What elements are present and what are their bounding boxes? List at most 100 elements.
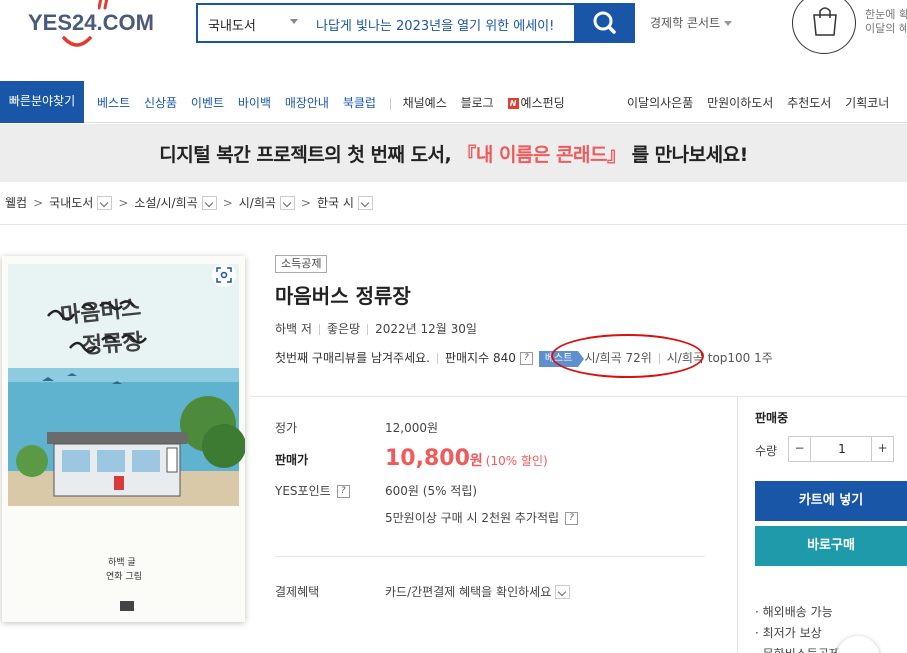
concert-link[interactable]: 경제학 콘서트 [650, 14, 733, 31]
divider [0, 224, 907, 225]
shopping-bag-icon [813, 7, 837, 36]
breadcrumb-dropdown-icon[interactable] [357, 195, 373, 210]
quantity-label: 수량 [755, 444, 778, 458]
sales-index: 판매지수 840 [444, 351, 516, 365]
breadcrumb-dropdown-icon[interactable] [97, 195, 113, 210]
yes-point-extra: 5만원이상 구매 시 2천원 추가적립? [385, 509, 579, 526]
nav-item-gift[interactable]: 이달의사은품 [627, 96, 693, 110]
review-prompt-link[interactable]: 첫번째 구매리뷰를 남겨주세요. [275, 351, 430, 365]
breadcrumb-chevron-icon: > [33, 196, 44, 210]
cover-title-line2: 정류장 [81, 328, 144, 360]
logo-swoosh-icon [62, 36, 92, 47]
yes-point-extra-text: 5만원이상 구매 시 2천원 추가적립 [385, 511, 560, 525]
sale-price-number: 10,800 [385, 446, 470, 471]
tax-deduction-tag: 소득공제 [275, 255, 328, 273]
book-title: 마음버스 정류장 [275, 284, 411, 308]
nav-item-recommend[interactable]: 추천도서 [787, 96, 831, 110]
note-overseas: · 해외배송 가능 [755, 605, 833, 619]
zoom-icon [216, 267, 232, 283]
chevron-down-icon[interactable] [555, 584, 571, 599]
add-to-cart-button[interactable]: 카트에 넣기 [755, 481, 907, 521]
nav-item-new[interactable]: 신상품 [144, 96, 177, 110]
nav-item-store[interactable]: 매장안내 [285, 96, 329, 110]
sale-price-unit: 원 [469, 453, 483, 469]
benefit-value[interactable]: 카드/간편결제 혜택을 확인하세요 [385, 583, 571, 600]
banner-suffix: 를 만나보세요! [625, 144, 749, 166]
book-author[interactable]: 하백 저 [275, 322, 312, 336]
nav-divider [389, 97, 391, 110]
bag-promo-line1: 한눈에 확 [865, 8, 907, 21]
quantity-input[interactable]: 1 [811, 437, 873, 461]
breadcrumb-chevron-icon: > [118, 196, 129, 210]
nav-item-bookclub[interactable]: 북클럽 [343, 96, 376, 110]
discount-rate: (10% 할인) [485, 454, 548, 468]
nav-item-blog[interactable]: 블로그 [461, 96, 494, 110]
bag-promo-line2: 이달의 혜 [865, 22, 907, 35]
nav-item-planning[interactable]: 기획코너 [845, 96, 889, 110]
zoom-button[interactable] [212, 263, 236, 287]
meta-divider [318, 324, 320, 335]
breadcrumb-level-4[interactable]: 한국 시 [317, 196, 354, 210]
list-price-label: 정가 [275, 421, 298, 435]
breadcrumb-level-3[interactable]: 시/희곡 [239, 196, 276, 210]
breadcrumb-home[interactable]: 웰컴 [5, 196, 27, 210]
help-icon[interactable]: ? [519, 352, 533, 365]
row-divider [436, 353, 438, 364]
sale-price-label: 판매가 [275, 453, 309, 467]
breadcrumb-chevron-icon: > [222, 196, 233, 210]
main-nav: 빠른분야찾기 베스트 신상품 이벤트 바이백 매장안내 북클럽 채널예스 블로그… [0, 81, 907, 123]
chevron-down-icon [724, 21, 733, 26]
cover-illustrator: 연화 그림 [106, 572, 142, 582]
book-publisher[interactable]: 좋은땅 [327, 322, 360, 336]
list-price-value: 12,000원 [385, 421, 439, 435]
nav-item-under10k[interactable]: 만원이하도서 [707, 96, 773, 110]
nav-item-buyback[interactable]: 바이백 [238, 96, 271, 110]
meta-divider [367, 324, 369, 335]
nav-item-funding[interactable]: N 예스펀딩 [507, 96, 565, 110]
nav-item-channel[interactable]: 채널예스 [403, 96, 447, 110]
search-category-arrow-icon[interactable] [290, 19, 298, 24]
nav-item-event[interactable]: 이벤트 [191, 96, 224, 110]
search-icon [593, 11, 616, 34]
buy-now-button[interactable]: 바로구매 [755, 526, 907, 566]
yes-point-value: 600원 (5% 적립) [385, 484, 478, 498]
sale-price: 10,800원 (10% 할인) [385, 446, 548, 471]
banner-prefix: 디지털 복간 프로젝트의 첫 번째 도서, [159, 144, 458, 166]
header: YES24.COM 국내도서 나답게 빛나는 2023년을 열기 위한 에세이!… [0, 0, 907, 80]
help-icon[interactable]: ? [565, 512, 579, 525]
yes24-logo[interactable]: YES24.COM [28, 0, 168, 48]
new-badge-icon: N [507, 98, 519, 109]
nav-item-funding-label: 예스펀딩 [520, 96, 565, 110]
logo-text: YES24.COM [28, 10, 154, 35]
nav-item-best[interactable]: 베스트 [97, 96, 130, 110]
breadcrumb-dropdown-icon[interactable] [279, 195, 295, 210]
help-icon[interactable]: ? [336, 485, 350, 498]
concert-link-label: 경제학 콘서트 [650, 16, 721, 30]
cover-author: 하백 글 [108, 558, 136, 568]
shopping-bag-button[interactable] [792, 0, 856, 54]
yes-point-label: YES포인트? [275, 482, 350, 499]
breadcrumb-level-1[interactable]: 국내도서 [49, 196, 93, 210]
quantity-stepper: − 1 + [788, 436, 894, 462]
bag-promo-text[interactable]: 한눈에 확 이달의 혜 [865, 8, 907, 36]
book-cover-image[interactable]: 마음버스 정류장 하백 글 연화 그림 [2, 256, 245, 622]
search-category[interactable]: 국내도서 [208, 15, 256, 34]
banner-highlight: 『내 이름은 콘래드』 [457, 144, 626, 166]
sale-status: 판매중 [755, 411, 789, 425]
quantity-plus-button[interactable]: + [871, 437, 893, 461]
book-date: 2022년 12월 30일 [375, 322, 477, 336]
benefit-label: 결제혜택 [275, 585, 320, 599]
promo-banner[interactable]: 디지털 복간 프로젝트의 첫 번째 도서, 『내 이름은 콘래드』 를 만나보세… [0, 124, 907, 182]
breadcrumb-level-2[interactable]: 소설/시/희곡 [134, 196, 197, 210]
breadcrumb-chevron-icon: > [300, 196, 311, 210]
breadcrumb: 웰컴 > 국내도서 > 소설/시/희곡 > 시/희곡 > 한국 시 [5, 194, 373, 211]
nav-items: 베스트 신상품 이벤트 바이백 매장안내 북클럽 채널예스 블로그 N 예스펀딩 [97, 94, 575, 111]
search-box[interactable]: 국내도서 나답게 빛나는 2023년을 열기 위한 에세이! [196, 3, 576, 43]
search-input[interactable]: 나답게 빛나는 2023년을 열기 위한 에세이! [316, 15, 554, 34]
quick-category-button[interactable]: 빠른분야찾기 [0, 81, 84, 123]
search-button[interactable] [576, 3, 635, 43]
breadcrumb-dropdown-icon[interactable] [201, 195, 217, 210]
benefit-value-text: 카드/간편결제 혜택을 확인하세요 [385, 585, 552, 599]
annotation-circle [551, 334, 704, 378]
quantity-minus-button[interactable]: − [789, 437, 811, 461]
